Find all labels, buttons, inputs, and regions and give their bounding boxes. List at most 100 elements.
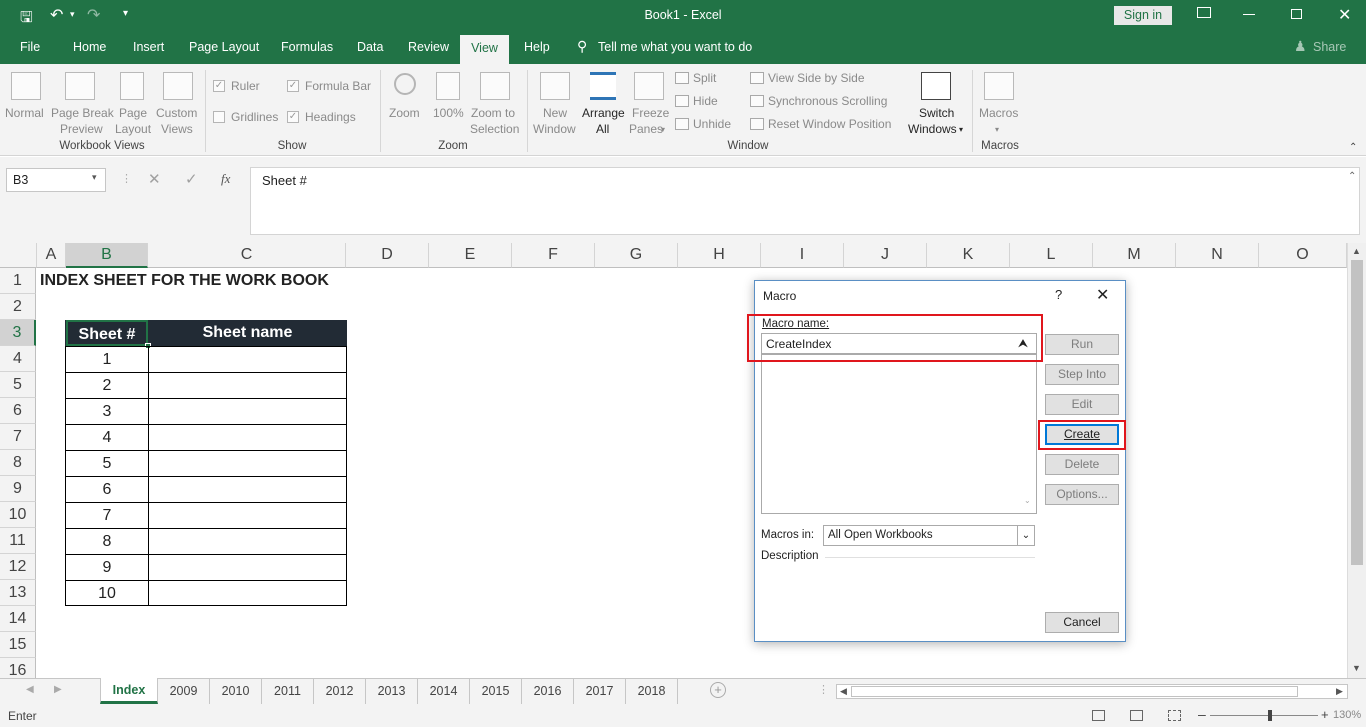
row-header-11[interactable]: 11 [0,528,36,554]
table-cell-number[interactable]: 8 [65,528,149,555]
row-header-14[interactable]: 14 [0,606,36,632]
sheet-tab-2014[interactable]: 2014 [418,679,470,704]
zoom-icon[interactable] [394,73,416,95]
zoom-label[interactable]: Zoom [389,105,420,121]
page-break-status-icon[interactable] [1168,710,1181,721]
new-window-icon[interactable] [540,72,570,100]
scroll-up-icon[interactable]: ▲ [1352,246,1361,256]
restore-icon[interactable] [1291,9,1302,19]
help-icon[interactable]: ? [1055,287,1062,302]
select-all-corner[interactable] [0,243,37,268]
view-side-by-side-icon[interactable] [750,72,764,84]
custom-views-label[interactable]: Custom [156,105,197,121]
table-cell-name[interactable] [148,372,347,399]
sheet-tab-2009[interactable]: 2009 [158,679,210,704]
switch-dropdown-icon[interactable]: ▾ [959,122,963,138]
name-box-dropdown-icon[interactable]: ▾ [92,172,97,183]
hide-label[interactable]: Hide [693,93,718,109]
ribbon-display-icon[interactable] [1197,7,1211,18]
column-header-c[interactable]: C [148,243,346,268]
page-break-icon[interactable] [65,72,95,100]
formula-input[interactable]: Sheet # [250,167,1360,235]
arrange-all-label-2[interactable]: All [596,121,609,137]
share-button[interactable]: Share [1313,40,1346,54]
tab-data[interactable]: Data [357,40,383,54]
table-cell-name[interactable] [148,424,347,451]
scroll-down-icon[interactable]: ▼ [1352,663,1361,673]
table-cell-number[interactable]: 10 [65,580,149,606]
normal-view-status-icon[interactable] [1092,710,1105,721]
confirm-entry-icon[interactable]: ✓ [185,170,198,188]
sheet-tab-2010[interactable]: 2010 [210,679,262,704]
zoom-selection-icon[interactable] [480,72,510,100]
cancel-button[interactable]: Cancel [1045,612,1119,633]
zoom-100-icon[interactable] [436,72,460,100]
row-header-9[interactable]: 9 [0,476,36,502]
sheet-tab-2016[interactable]: 2016 [522,679,574,704]
arrange-all-icon[interactable] [590,72,616,100]
table-header-sheet-name[interactable]: Sheet name [148,320,347,346]
row-header-7[interactable]: 7 [0,424,36,450]
scroll-thumb[interactable] [1351,260,1363,565]
vertical-scrollbar[interactable]: ▲ ▼ [1347,243,1366,678]
sheet-tab-2015[interactable]: 2015 [470,679,522,704]
unhide-label[interactable]: Unhide [693,116,731,132]
reset-window-icon[interactable] [750,118,764,130]
collapse-ribbon-icon[interactable]: ⌃ [1349,140,1357,156]
row-header-3[interactable]: 3 [0,320,36,346]
headings-checkbox[interactable]: ✓ [287,111,299,123]
column-header-b[interactable]: B [66,243,148,268]
freeze-panes-label-2[interactable]: Panes [629,121,663,137]
macros-in-select[interactable]: All Open Workbooks [823,525,1035,546]
page-layout-label[interactable]: Page [119,105,147,121]
table-cell-number[interactable]: 4 [65,424,149,451]
split-icon[interactable] [675,72,689,84]
normal-view-icon[interactable] [11,72,41,100]
page-break-label-2[interactable]: Preview [60,121,103,137]
view-side-by-side-label[interactable]: View Side by Side [768,70,865,86]
prev-sheet-icon[interactable]: ◀ [26,684,34,695]
ruler-label[interactable]: Ruler [231,78,260,94]
cancel-entry-icon[interactable]: ✕ [148,170,161,188]
formula-bar-label[interactable]: Formula Bar [305,78,371,94]
formula-bar-checkbox[interactable]: ✓ [287,80,299,92]
table-cell-number[interactable]: 1 [65,346,149,373]
sheet-tab-2017[interactable]: 2017 [574,679,626,704]
macros-dropdown-icon[interactable]: ▾ [995,122,999,138]
zoom-slider-thumb[interactable] [1268,710,1272,721]
column-header-f[interactable]: F [512,243,595,268]
synchronous-scrolling-label[interactable]: Synchronous Scrolling [768,93,887,109]
new-sheet-icon[interactable]: + [710,682,726,698]
row-header-16[interactable]: 16 [0,658,36,678]
next-sheet-icon[interactable]: ▶ [54,684,62,695]
zoom-out-icon[interactable]: – [1198,706,1206,722]
page-layout-icon[interactable] [120,72,144,100]
macros-icon[interactable] [984,72,1014,100]
switch-windows-label[interactable]: Switch [919,105,954,121]
table-header-sheet-number[interactable]: Sheet # [66,320,148,346]
sheet-tab-2013[interactable]: 2013 [366,679,418,704]
row-header-6[interactable]: 6 [0,398,36,424]
horizontal-scrollbar[interactable]: ◀ ▶ [836,684,1348,699]
reset-window-label[interactable]: Reset Window Position [768,116,891,132]
tab-split-grip-icon[interactable]: ⋮ [818,683,829,696]
options-button[interactable]: Options... [1045,484,1119,505]
horizontal-scroll-thumb[interactable] [851,686,1298,697]
zoom-selection-label-2[interactable]: Selection [470,121,519,137]
list-scroll-down-icon[interactable]: ⌄ [1024,496,1031,505]
tab-view[interactable]: View [460,35,509,65]
switch-windows-icon[interactable] [921,72,951,100]
row-header-5[interactable]: 5 [0,372,36,398]
table-cell-name[interactable] [148,346,347,373]
table-cell-name[interactable] [148,554,347,581]
zoom-in-icon[interactable]: + [1321,707,1329,722]
zoom-level[interactable]: 130% [1333,709,1361,721]
unhide-icon[interactable] [675,118,689,130]
new-window-label-2[interactable]: Window [533,121,576,137]
table-cell-name[interactable] [148,476,347,503]
row-header-2[interactable]: 2 [0,294,36,320]
page-layout-status-icon[interactable] [1130,710,1143,721]
column-header-i[interactable]: I [761,243,844,268]
zoom-slider[interactable] [1210,715,1318,716]
table-cell-name[interactable] [148,580,347,606]
